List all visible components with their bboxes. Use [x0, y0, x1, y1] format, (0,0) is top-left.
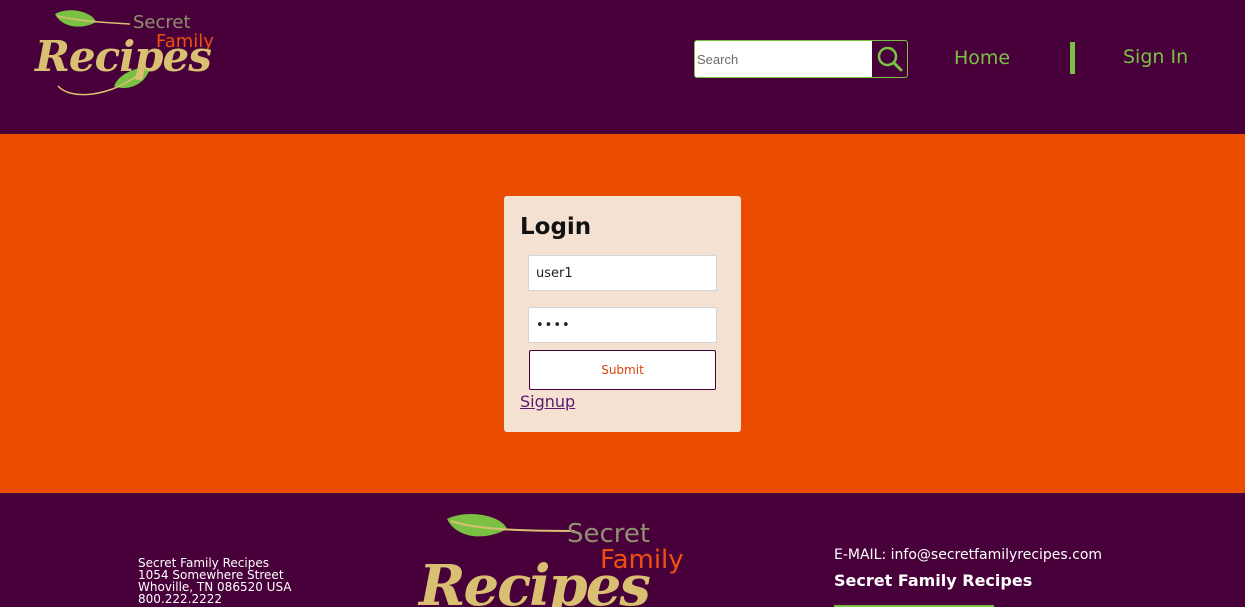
footer-email: E-MAIL: info@secretfamilyrecipes.com [834, 547, 1103, 563]
footer-company-name: Secret Family Recipes [834, 571, 1033, 590]
nav-signin-link[interactable]: Sign In [1123, 46, 1188, 68]
footer-logo: Secret Family Recipes [415, 511, 715, 607]
site-header: Secret Family Recipes Home Sign In [0, 0, 1245, 134]
search-button[interactable] [871, 41, 907, 77]
site-footer: Secret Family Recipes 1054 Somewhere Str… [0, 493, 1245, 607]
submit-button[interactable]: Submit [529, 350, 716, 390]
address-line: 800.222.2222 [138, 592, 222, 606]
nav-divider [1070, 42, 1075, 74]
password-field[interactable] [528, 307, 717, 343]
footer-recipes-text: Recipes [419, 553, 651, 607]
logo-secret-text: Secret [133, 12, 191, 33]
nav-home-link[interactable]: Home [954, 47, 1010, 69]
signup-link[interactable]: Signup [520, 392, 575, 411]
search-icon [877, 46, 902, 72]
search-input[interactable] [695, 41, 871, 77]
logo-recipes-text: Recipes [35, 32, 212, 81]
username-field[interactable] [528, 255, 717, 291]
site-logo[interactable]: Secret Family Recipes [30, 6, 230, 102]
footer-address: Secret Family Recipes 1054 Somewhere Str… [138, 557, 292, 605]
login-card: Login Submit Signup [504, 196, 741, 432]
search-box [694, 40, 908, 78]
login-title: Login [520, 214, 592, 240]
